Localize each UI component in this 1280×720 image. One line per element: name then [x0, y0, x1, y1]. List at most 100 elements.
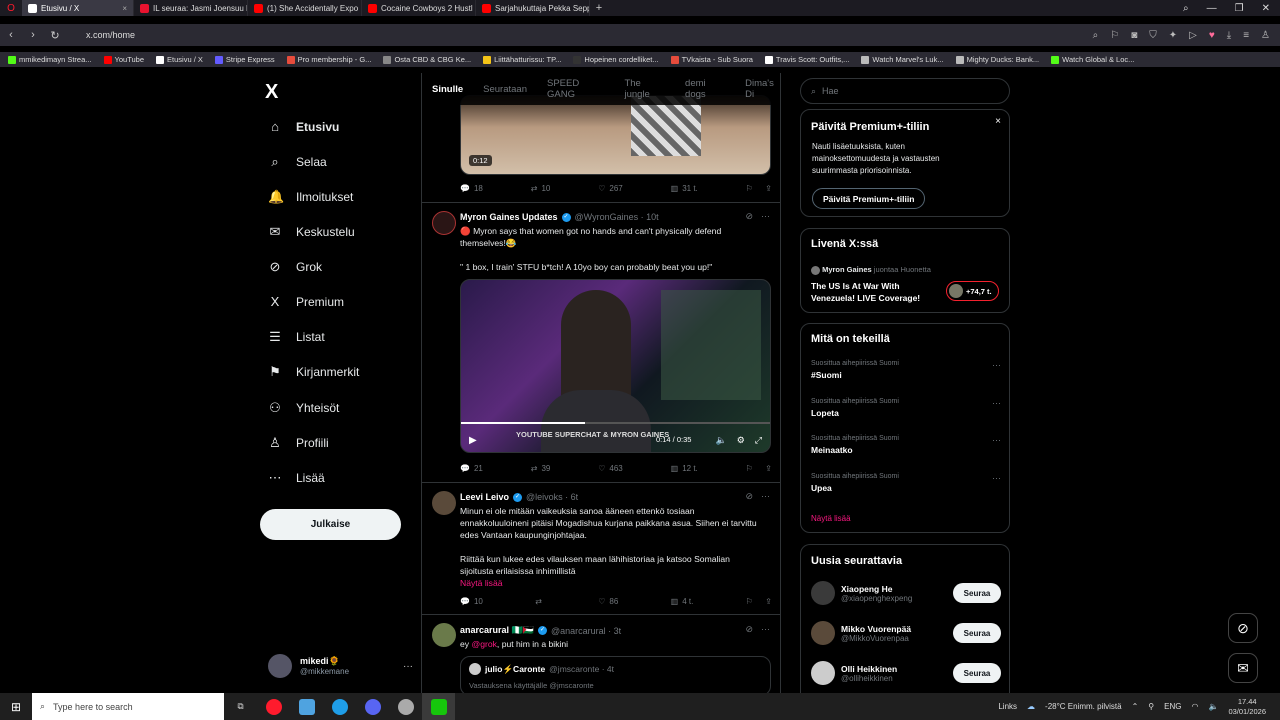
- more-icon[interactable]: ···: [761, 211, 770, 222]
- bookmark-item[interactable]: Mighty Ducks: Bank...: [955, 55, 1039, 64]
- discord-app-icon[interactable]: [356, 693, 389, 720]
- tweet[interactable]: Leevi Leivo ✓ @leivoks · 6t ⊘ ··· Minun e…: [422, 483, 780, 615]
- like-button[interactable]: ♡ 463: [598, 464, 623, 473]
- more-icon[interactable]: ···: [992, 435, 1001, 445]
- network-icon[interactable]: ⚲: [1148, 702, 1154, 711]
- live-topic[interactable]: The US Is At War With Venezuela! LIVE Co…: [811, 280, 936, 304]
- author-name[interactable]: Leevi Leivo: [460, 492, 509, 502]
- language-indicator[interactable]: ENG: [1164, 702, 1181, 711]
- x-logo[interactable]: X: [265, 81, 278, 104]
- author-handle[interactable]: @anarcarural · 3t: [551, 626, 621, 636]
- show-more-link[interactable]: Näytä lisää: [460, 577, 760, 589]
- bookmark-item[interactable]: TVkaista - Sub Suora: [670, 55, 753, 64]
- sidebar-item-yhteisöt[interactable]: ⚇ Yhteisöt: [268, 401, 339, 416]
- follow-button[interactable]: Seuraa: [953, 623, 1001, 643]
- extension-icon[interactable]: ✦: [1169, 30, 1177, 41]
- sidebar-item-listat[interactable]: ☰ Listat: [268, 330, 325, 345]
- more-icon[interactable]: ···: [992, 398, 1001, 408]
- close-window-button[interactable]: ✕: [1262, 3, 1270, 14]
- post-button[interactable]: Julkaise: [260, 509, 401, 540]
- live-listeners[interactable]: +74,7 t.: [946, 281, 999, 301]
- bookmark-item[interactable]: Travis Scott: Outfits,...: [764, 55, 849, 64]
- follow-suggestion[interactable]: Mikko Vuorenpää @MikkoVuorenpaa Seuraa: [811, 620, 1001, 646]
- lens-icon[interactable]: ⌕: [1093, 30, 1099, 41]
- repost-button[interactable]: ⇄: [535, 597, 546, 606]
- views-button[interactable]: ▥ 12 t.: [671, 464, 698, 473]
- sidebar-item-premium[interactable]: X Premium: [268, 295, 344, 310]
- profile-icon[interactable]: ♙: [1261, 30, 1270, 41]
- camera-icon[interactable]: ◙: [1131, 30, 1137, 41]
- close-icon[interactable]: ×: [122, 4, 127, 13]
- reload-button[interactable]: ↻: [44, 29, 66, 42]
- sidebar-item-grok[interactable]: ⊘ Grok: [268, 260, 322, 275]
- volume-icon[interactable]: 🔈: [716, 435, 727, 446]
- more-icon[interactable]: ···: [992, 360, 1001, 370]
- taskbar-search[interactable]: ⌕ Type here to search: [32, 693, 224, 720]
- tab-seurataan[interactable]: Seurataan: [483, 84, 527, 95]
- tab-sinulle[interactable]: Sinulle: [432, 84, 463, 95]
- grok-icon[interactable]: ⊘: [745, 491, 753, 502]
- opera-app-icon[interactable]: [257, 693, 290, 720]
- repost-button[interactable]: ⇄ 10: [531, 184, 551, 193]
- tab-youtube-1[interactable]: (1) She Accidentally Expo: [248, 0, 362, 16]
- bookmark-icon[interactable]: ⚐: [746, 464, 753, 473]
- volume-icon[interactable]: 🔈: [1208, 702, 1218, 711]
- reply-button[interactable]: 💬 10: [460, 597, 483, 606]
- trend-item[interactable]: Suosittua aihepiirissä Suomi Lopeta ···: [811, 398, 1001, 418]
- share-icon[interactable]: ⇪: [765, 464, 772, 473]
- trend-item[interactable]: Suosittua aihepiirissä Suomi Upea ···: [811, 473, 1001, 493]
- mention-link[interactable]: @grok: [471, 639, 496, 649]
- tab-the-jungle[interactable]: The jungle: [624, 78, 665, 100]
- bookmark-item[interactable]: Watch Global & Loc...: [1051, 55, 1134, 64]
- chevron-up-icon[interactable]: ⌃: [1132, 702, 1139, 711]
- avatar[interactable]: [432, 623, 456, 647]
- tab-il[interactable]: IL seuraa: Jasmi Joensuu li: [134, 0, 248, 16]
- views-button[interactable]: ▥ 31 t.: [671, 184, 698, 193]
- links-toolbar[interactable]: Links: [998, 702, 1017, 711]
- bookmark-item[interactable]: Liittähatturissu: TP...: [483, 55, 561, 64]
- show-more-link[interactable]: Näytä lisää: [811, 514, 851, 523]
- forward-button[interactable]: ›: [22, 29, 44, 41]
- bookmark-item[interactable]: Etusivu / X: [156, 55, 203, 64]
- trend-item[interactable]: Suosittua aihepiirissä Suomi #Suomi ···: [811, 360, 1001, 380]
- repost-button[interactable]: ⇄ 39: [531, 464, 551, 473]
- grok-icon[interactable]: ⊘: [745, 624, 753, 635]
- sidebar-item-ilmoitukset[interactable]: 🔔 Ilmoitukset: [268, 190, 353, 205]
- sidebar-item-selaa[interactable]: ⌕ Selaa: [268, 155, 326, 170]
- terminal-app-icon[interactable]: [422, 693, 455, 720]
- tab-speed-gang[interactable]: SPEED GANG: [547, 78, 604, 100]
- tab-youtube-2[interactable]: Cocaine Cowboys 2 Hustl: [362, 0, 476, 16]
- opera-logo-icon[interactable]: O: [0, 3, 22, 14]
- sidebar-item-kirjanmerkit[interactable]: ⚑ Kirjanmerkit: [268, 365, 359, 380]
- fullscreen-icon[interactable]: ⤢: [755, 435, 762, 446]
- video-progress[interactable]: [461, 422, 770, 424]
- bookmark-item[interactable]: Hopeinen cordelliket...: [573, 55, 659, 64]
- tweet-video[interactable]: YOUTUBE SUPERCHAT & MYRON GAINES ▶ 0:14 …: [460, 279, 771, 453]
- sidebar-item-profiili[interactable]: ♙ Profiili: [268, 436, 329, 451]
- bookmark-page-icon[interactable]: ⚐: [1110, 30, 1119, 41]
- reply-button[interactable]: 💬 18: [460, 184, 483, 193]
- author-handle[interactable]: @leivoks · 6t: [526, 492, 578, 502]
- clock[interactable]: 17.44 03/01/2026: [1228, 697, 1266, 717]
- play-icon[interactable]: ▶: [469, 435, 477, 446]
- sidebar-item-etusivu[interactable]: ⌂ Etusivu: [268, 120, 339, 135]
- bookmark-item[interactable]: Pro membership - G...: [286, 55, 371, 64]
- tab-demi-dogs[interactable]: demi dogs: [685, 78, 725, 100]
- grok-fab[interactable]: ⊘: [1228, 613, 1258, 643]
- reply-button[interactable]: 💬 21: [460, 464, 483, 473]
- play-icon[interactable]: ▷: [1189, 30, 1197, 41]
- quoted-tweet[interactable]: julio⚡Caronte @jmscaronte · 4t Vastaukse…: [460, 656, 771, 693]
- more-icon[interactable]: ···: [403, 661, 413, 672]
- like-button[interactable]: ♡ 86: [598, 597, 618, 606]
- weather-icon[interactable]: ☁: [1027, 702, 1035, 711]
- edge-app-icon[interactable]: [323, 693, 356, 720]
- follow-button[interactable]: Seuraa: [953, 663, 1001, 683]
- back-button[interactable]: ‹: [0, 29, 22, 41]
- like-button[interactable]: ♡ 267: [598, 184, 623, 193]
- avatar[interactable]: [432, 211, 456, 235]
- account-switcher[interactable]: mikedi🌻 @mikkemane ···: [268, 651, 413, 681]
- follow-suggestion[interactable]: Olli Heikkinen @olliheikkinen Seuraa: [811, 660, 1001, 686]
- follow-button[interactable]: Seuraa: [953, 583, 1001, 603]
- follow-suggestion[interactable]: Xiaopeng He @xiaopenghexpeng Seuraa: [811, 580, 1001, 606]
- search-input[interactable]: ⌕ Hae: [800, 78, 1010, 104]
